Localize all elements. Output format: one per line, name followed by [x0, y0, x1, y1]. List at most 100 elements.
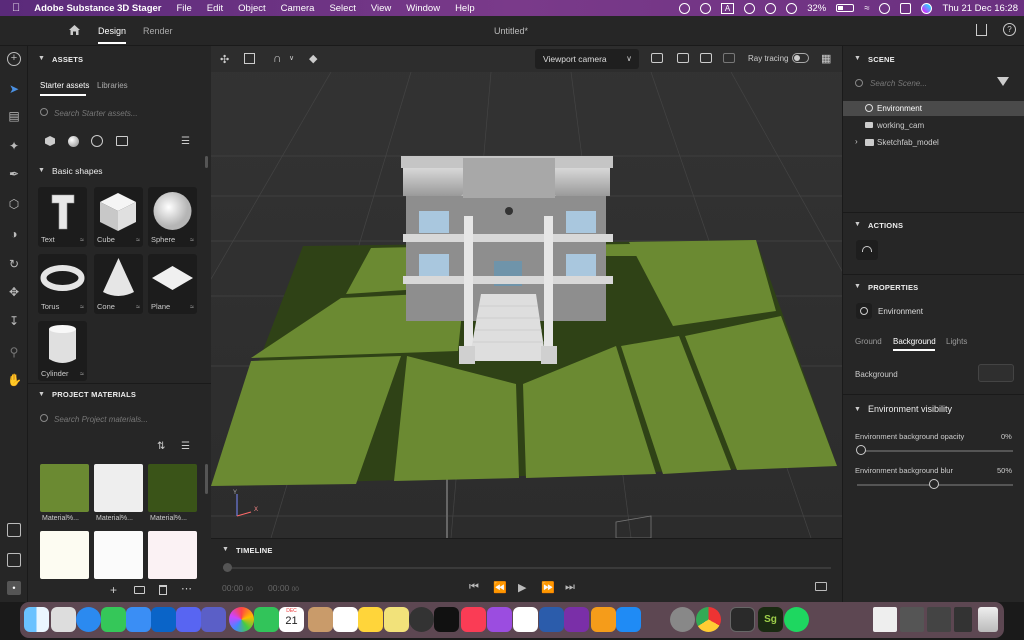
menu-camera[interactable]: Camera	[281, 3, 315, 14]
chevron-down-icon[interactable]: ▼	[854, 55, 861, 62]
material-swatch[interactable]	[40, 531, 89, 579]
launchpad-icon[interactable]	[51, 607, 76, 632]
control-center-icon[interactable]	[900, 2, 912, 14]
scene-search-input[interactable]: Search Scene...	[870, 79, 927, 88]
step-forward-icon[interactable]: ⏩	[541, 581, 555, 594]
trash-icon[interactable]	[978, 607, 998, 632]
appletv-icon[interactable]	[434, 607, 459, 632]
chevron-down-icon[interactable]: ▼	[222, 546, 229, 553]
battery-icon[interactable]	[836, 4, 855, 12]
contacts-icon[interactable]	[308, 607, 333, 632]
more-icon[interactable]: ⋯	[181, 582, 192, 595]
settings-icon[interactable]: ≈	[80, 304, 84, 311]
camera-tool-icon[interactable]: ◑	[7, 227, 21, 241]
viewport[interactable]: Y X ✣ ∩ ∨ ◆ Viewport camera ∨ Ray tracin…	[211, 46, 842, 538]
opacity-slider[interactable]	[857, 450, 1013, 452]
photos-icon[interactable]	[229, 607, 254, 632]
list-view-icon[interactable]: ☰	[181, 441, 190, 452]
tab-ground[interactable]: Ground	[855, 337, 882, 346]
share-icon[interactable]	[976, 24, 987, 36]
material-swatch[interactable]	[148, 464, 197, 512]
finder-icon[interactable]	[24, 607, 49, 632]
eyedropper-icon[interactable]: ✒	[7, 167, 21, 181]
chevron-down-icon[interactable]: ∨	[289, 54, 294, 62]
scrollbar[interactable]	[205, 464, 208, 494]
outlook-icon[interactable]	[151, 607, 176, 632]
material-swatch[interactable]	[94, 531, 143, 579]
recent-window-icon[interactable]	[927, 607, 951, 632]
settings-icon[interactable]: ≈	[190, 304, 194, 311]
tab-starter-assets[interactable]: Starter assets	[40, 81, 89, 90]
render-settings-icon[interactable]: ▦	[821, 52, 831, 65]
mail-icon[interactable]	[126, 607, 151, 632]
image-filter-icon[interactable]	[116, 136, 128, 146]
chevron-down-icon[interactable]: ▼	[854, 283, 861, 290]
stickies-icon[interactable]	[384, 607, 409, 632]
time-machine-icon[interactable]	[765, 2, 777, 14]
list-view-icon[interactable]: ☰	[181, 136, 190, 147]
recent-window-icon[interactable]	[954, 607, 972, 632]
camera-select[interactable]: Viewport camera ∨	[535, 49, 639, 69]
step-back-icon[interactable]: ⏪	[493, 581, 507, 594]
word-icon[interactable]	[539, 607, 564, 632]
help-icon[interactable]: ?	[1003, 23, 1016, 36]
cube-tool-icon[interactable]: ⬡	[7, 197, 21, 211]
keyboard-input-icon[interactable]: A	[720, 2, 735, 14]
add-icon[interactable]: +	[7, 52, 21, 66]
settings-icon[interactable]: ≈	[136, 237, 140, 244]
scene-item-camera[interactable]: working_cam	[843, 118, 1024, 133]
scrollbar[interactable]	[205, 156, 208, 168]
menu-edit[interactable]: Edit	[207, 3, 223, 14]
substance-stager-icon[interactable]: Sg	[758, 607, 783, 632]
menu-file[interactable]: File	[176, 3, 191, 14]
ray-tracing-toggle[interactable]	[792, 53, 809, 63]
transform-icon[interactable]: ✣	[220, 53, 229, 66]
shape-tile-cube[interactable]: Cube ≈	[94, 187, 143, 247]
camera-bookmark-icon[interactable]	[651, 53, 663, 63]
discord-icon[interactable]	[176, 607, 201, 632]
material-swatch[interactable]	[148, 531, 197, 579]
chevron-down-icon[interactable]: ▼	[38, 55, 45, 62]
frame-icon[interactable]	[244, 53, 255, 64]
creative-cloud-icon[interactable]	[678, 2, 690, 14]
shape-tile-plane[interactable]: Plane ≈	[148, 254, 197, 314]
recent-window-icon[interactable]	[900, 607, 924, 632]
menu-view[interactable]: View	[371, 3, 391, 14]
timeline-playhead[interactable]	[223, 563, 232, 572]
messages-icon[interactable]	[101, 607, 126, 632]
menu-window[interactable]: Window	[406, 3, 440, 14]
shape-tile-sphere[interactable]: Sphere ≈	[148, 187, 197, 247]
search-icon[interactable]	[879, 2, 891, 14]
blur-slider-knob[interactable]	[929, 479, 939, 489]
onenote-icon[interactable]	[564, 607, 589, 632]
facetime-icon[interactable]	[254, 607, 279, 632]
tab-render[interactable]: Render	[143, 26, 173, 36]
wifi-icon[interactable]: ≈	[864, 3, 869, 14]
briefcase-icon[interactable]	[7, 553, 21, 567]
home-icon[interactable]	[68, 24, 81, 36]
light-filter-icon[interactable]	[91, 135, 103, 147]
settings-icon[interactable]: ≈	[190, 237, 194, 244]
app-name[interactable]: Adobe Substance 3D Stager	[34, 3, 161, 14]
stager-monitor-icon[interactable]	[730, 607, 755, 632]
export-icon[interactable]	[815, 582, 827, 591]
notes-icon[interactable]	[358, 607, 383, 632]
model-filter-icon[interactable]	[45, 136, 55, 146]
play-icon[interactable]	[699, 2, 711, 14]
chevron-down-icon[interactable]: ▼	[854, 221, 861, 228]
material-swatch[interactable]	[94, 464, 143, 512]
calendar-icon[interactable]: DEC 21	[279, 607, 304, 632]
chrome-icon[interactable]	[696, 607, 721, 632]
skip-start-icon[interactable]: ⏮	[469, 581, 479, 594]
camera-off-icon[interactable]	[723, 53, 735, 63]
nodes-icon[interactable]: •	[7, 581, 21, 595]
shape-tile-cylinder[interactable]: Cylinder ≈	[38, 321, 87, 381]
filter-icon[interactable]	[997, 77, 1009, 86]
trash-icon[interactable]	[159, 585, 167, 595]
shape-tile-torus[interactable]: Torus ≈	[38, 254, 87, 314]
menu-help[interactable]: Help	[455, 3, 475, 14]
align-tool-icon[interactable]: ▤	[7, 109, 21, 123]
camera-add-icon[interactable]	[677, 53, 689, 63]
appstore-icon[interactable]	[616, 607, 641, 632]
menu-select[interactable]: Select	[329, 3, 355, 14]
